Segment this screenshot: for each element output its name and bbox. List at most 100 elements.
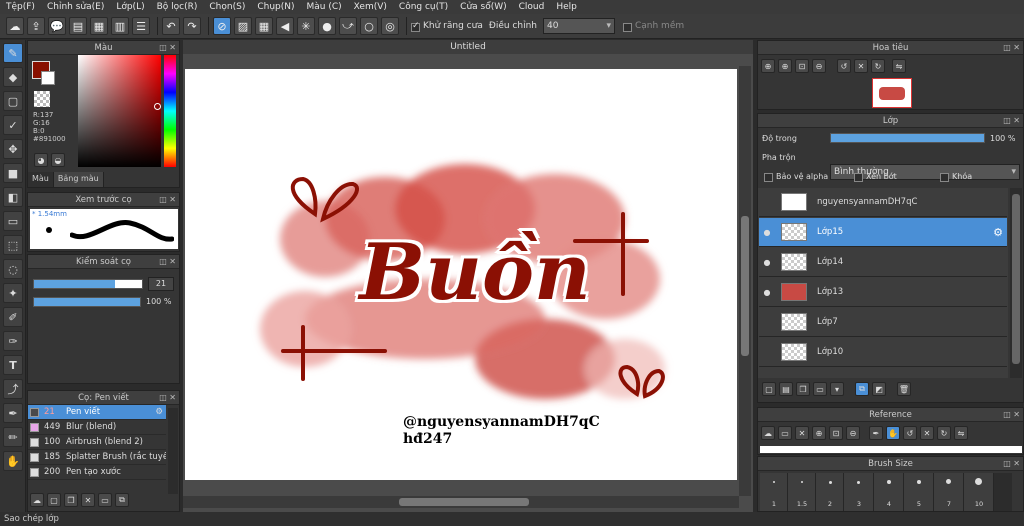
brush-size-cell[interactable]: 7 bbox=[934, 473, 964, 511]
fit-icon[interactable]: ⊡ bbox=[795, 59, 809, 73]
layer-row-nguyensyannam[interactable]: nguyensyannamDH7qC bbox=[759, 188, 1007, 217]
horizontal-scroll-thumb[interactable] bbox=[399, 498, 529, 506]
bucket-icon[interactable]: ◧ bbox=[3, 187, 23, 207]
document-icon[interactable]: ▤ bbox=[69, 17, 87, 35]
panel-close-icon[interactable]: ◫ ✕ bbox=[1003, 114, 1020, 128]
layer-opacity-slider[interactable] bbox=[830, 133, 985, 143]
menu-layer[interactable]: Lớp(L) bbox=[110, 2, 150, 12]
menu-color[interactable]: Màu (C) bbox=[301, 2, 348, 12]
zoom-in-icon[interactable]: ⊕ bbox=[812, 426, 826, 440]
brush-size-cell[interactable]: 10 bbox=[964, 473, 994, 511]
layer-row-10[interactable]: Lớp10 bbox=[759, 338, 1007, 367]
zoom-out-icon[interactable]: ⊖ bbox=[846, 426, 860, 440]
color-picker-cursor[interactable] bbox=[154, 103, 161, 110]
antialias-checkbox[interactable] bbox=[411, 21, 420, 32]
panel-close-icon[interactable]: ◫ ✕ bbox=[1003, 41, 1020, 55]
menu-tools[interactable]: Công cụ(T) bbox=[393, 2, 454, 12]
folder-icon[interactable]: ▭ bbox=[778, 426, 792, 440]
layer-row-15[interactable]: ● Lớp15 ⚙ bbox=[759, 218, 1007, 247]
hue-slider[interactable] bbox=[164, 55, 176, 167]
check-icon[interactable]: ✓ bbox=[3, 115, 23, 135]
copy-brush-icon[interactable]: ❐ bbox=[64, 493, 78, 507]
tab-palette[interactable]: Bảng màu bbox=[53, 172, 104, 187]
brush-size-value[interactable]: 21 bbox=[148, 277, 174, 291]
menu-edit[interactable]: Chỉnh sửa(E) bbox=[41, 2, 110, 12]
vertical-scroll-thumb[interactable] bbox=[741, 216, 749, 356]
square-icon[interactable]: ■ bbox=[3, 163, 23, 183]
protect-alpha-checkbox[interactable] bbox=[764, 173, 773, 182]
text-icon[interactable]: T bbox=[3, 355, 23, 375]
undo-icon[interactable]: ↶ bbox=[162, 17, 180, 35]
brush-size-cell[interactable]: 3 bbox=[844, 473, 874, 511]
eye-icon[interactable]: ● bbox=[759, 228, 775, 237]
menu-filter[interactable]: Bộ lọc(R) bbox=[151, 2, 204, 12]
layer-list-scrollbar[interactable] bbox=[1010, 188, 1022, 378]
select-icon[interactable]: ⬚ bbox=[3, 235, 23, 255]
circle-icon[interactable]: ● bbox=[318, 17, 336, 35]
brush-opacity-slider[interactable] bbox=[33, 297, 141, 307]
menu-file[interactable]: Tệp(F) bbox=[0, 2, 41, 12]
list-icon[interactable]: ☰ bbox=[132, 17, 150, 35]
merge-icon[interactable]: ⧉ bbox=[855, 382, 869, 396]
pen-icon[interactable]: ✏ bbox=[3, 427, 23, 447]
adjust-select[interactable]: 40 bbox=[542, 18, 615, 34]
brush-size-cell[interactable]: 1 bbox=[760, 473, 788, 511]
clipping-checkbox[interactable] bbox=[854, 173, 863, 182]
background-color-swatch[interactable] bbox=[41, 71, 55, 85]
gradient-icon[interactable]: ▭ bbox=[3, 211, 23, 231]
fit-icon[interactable]: ⊡ bbox=[829, 426, 843, 440]
grid-icon[interactable]: ▦ bbox=[90, 17, 108, 35]
zoom-in-icon[interactable]: ⊕ bbox=[761, 59, 775, 73]
zoom-out-icon[interactable]: ⊖ bbox=[812, 59, 826, 73]
delete-icon[interactable]: ✕ bbox=[81, 493, 95, 507]
list-item[interactable]: 185 Splatter Brush (rắc tuyế bbox=[28, 450, 166, 465]
magic-wand-icon[interactable]: ✦ bbox=[3, 283, 23, 303]
perspective-icon[interactable]: ◀ bbox=[276, 17, 294, 35]
share-icon[interactable]: ⇪ bbox=[27, 17, 45, 35]
comment-icon[interactable]: 💬 bbox=[48, 17, 66, 35]
fill-icon[interactable]: ▦ bbox=[255, 17, 273, 35]
target-icon[interactable]: ◎ bbox=[381, 17, 399, 35]
no-selection-icon[interactable]: ⊘ bbox=[213, 17, 231, 35]
rotate-left-icon[interactable]: ↺ bbox=[903, 426, 917, 440]
gear-icon[interactable]: ⚙ bbox=[993, 226, 1007, 239]
new-brush-icon[interactable]: ▢ bbox=[47, 493, 61, 507]
curve-icon[interactable]: ⤻ bbox=[339, 17, 357, 35]
folder-icon[interactable]: ▭ bbox=[98, 493, 112, 507]
flip-icon[interactable]: ⇋ bbox=[954, 426, 968, 440]
rect-select-icon[interactable]: ▢ bbox=[3, 91, 23, 111]
lock-checkbox[interactable] bbox=[940, 173, 949, 182]
folder-icon[interactable]: ▭ bbox=[813, 382, 827, 396]
transparent-swatch[interactable] bbox=[34, 91, 50, 107]
canvas[interactable]: Buồn @nguyensyannamDH7qC hđ247 bbox=[185, 69, 737, 480]
rotate-right-icon[interactable]: ↻ bbox=[937, 426, 951, 440]
new-layer-icon[interactable]: ▤ bbox=[779, 382, 793, 396]
copy-layer-icon[interactable]: ❐ bbox=[796, 382, 810, 396]
menu-view[interactable]: Xem(V) bbox=[348, 2, 393, 12]
panel-close-icon[interactable]: ◫ ✕ bbox=[159, 391, 176, 405]
reference-image-area[interactable] bbox=[760, 446, 1022, 453]
close-icon[interactable]: ✕ bbox=[795, 426, 809, 440]
eyedropper-icon[interactable]: ✒ bbox=[3, 403, 23, 423]
layer-row-13[interactable]: ● Lớp13 bbox=[759, 278, 1007, 307]
tab-color[interactable]: Màu bbox=[28, 172, 54, 187]
navigator-thumbnail[interactable] bbox=[872, 78, 912, 108]
layer-scroll-thumb[interactable] bbox=[1012, 194, 1020, 364]
brush-icon[interactable]: ✎ bbox=[3, 43, 23, 63]
cloud-icon[interactable]: ☁ bbox=[30, 493, 44, 507]
select-eraser-icon[interactable]: ✑ bbox=[3, 331, 23, 351]
menu-window[interactable]: Cửa sổ(W) bbox=[454, 2, 512, 12]
eraser-icon[interactable]: ◆ bbox=[3, 67, 23, 87]
palette-icon[interactable]: ◕ bbox=[34, 153, 48, 167]
menu-help[interactable]: Help bbox=[550, 2, 583, 12]
duplicate-icon[interactable]: ⧉ bbox=[115, 493, 129, 507]
reset-icon[interactable]: ✕ bbox=[854, 59, 868, 73]
hatch-icon[interactable]: ▨ bbox=[234, 17, 252, 35]
panel-close-icon[interactable]: ◫ ✕ bbox=[1003, 408, 1020, 422]
brush-size-cell[interactable]: 5 bbox=[904, 473, 934, 511]
menu-select[interactable]: Chọn(S) bbox=[203, 2, 251, 12]
operation-icon[interactable]: ⤴ bbox=[3, 379, 23, 399]
layer-row-7[interactable]: Lớp7 bbox=[759, 308, 1007, 337]
list-item[interactable]: 100 Airbrush (blend 2) bbox=[28, 435, 166, 450]
rotate-left-icon[interactable]: ↺ bbox=[837, 59, 851, 73]
